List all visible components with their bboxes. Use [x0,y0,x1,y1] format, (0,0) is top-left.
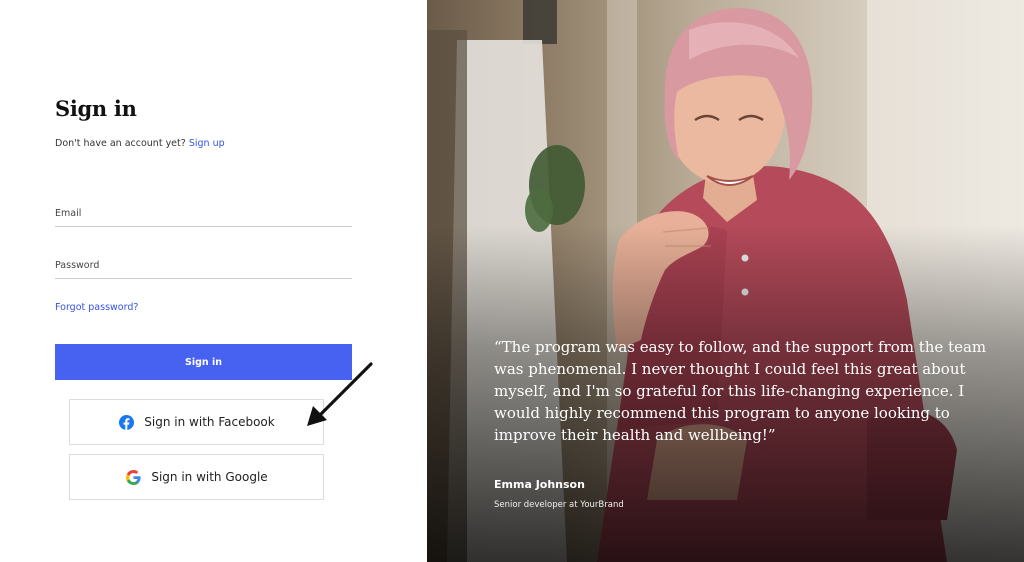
forgot-password-link[interactable]: Forgot password? [55,302,138,313]
signup-link[interactable]: Sign up [189,138,225,149]
facebook-signin-button[interactable]: Sign in with Facebook [69,399,324,445]
password-field[interactable] [55,253,352,279]
signin-panel: Sign in Don't have an account yet? Sign … [0,0,427,562]
testimonial-author: Emma Johnson [494,478,585,491]
google-signin-button[interactable]: Sign in with Google [69,454,324,500]
email-field[interactable] [55,201,352,227]
page-title: Sign in [55,96,137,121]
google-icon [125,469,141,485]
testimonial-panel: “The program was easy to follow, and the… [427,0,1024,562]
signup-prompt: Don't have an account yet? Sign up [55,138,225,149]
testimonial-quote: “The program was easy to follow, and the… [494,338,987,444]
testimonial-author-role: Senior developer at YourBrand [494,500,624,510]
no-account-text: Don't have an account yet? [55,138,186,149]
facebook-button-label: Sign in with Facebook [144,415,275,429]
google-button-label: Sign in with Google [151,470,268,484]
facebook-icon [118,414,134,430]
annotation-arrow [307,362,373,426]
